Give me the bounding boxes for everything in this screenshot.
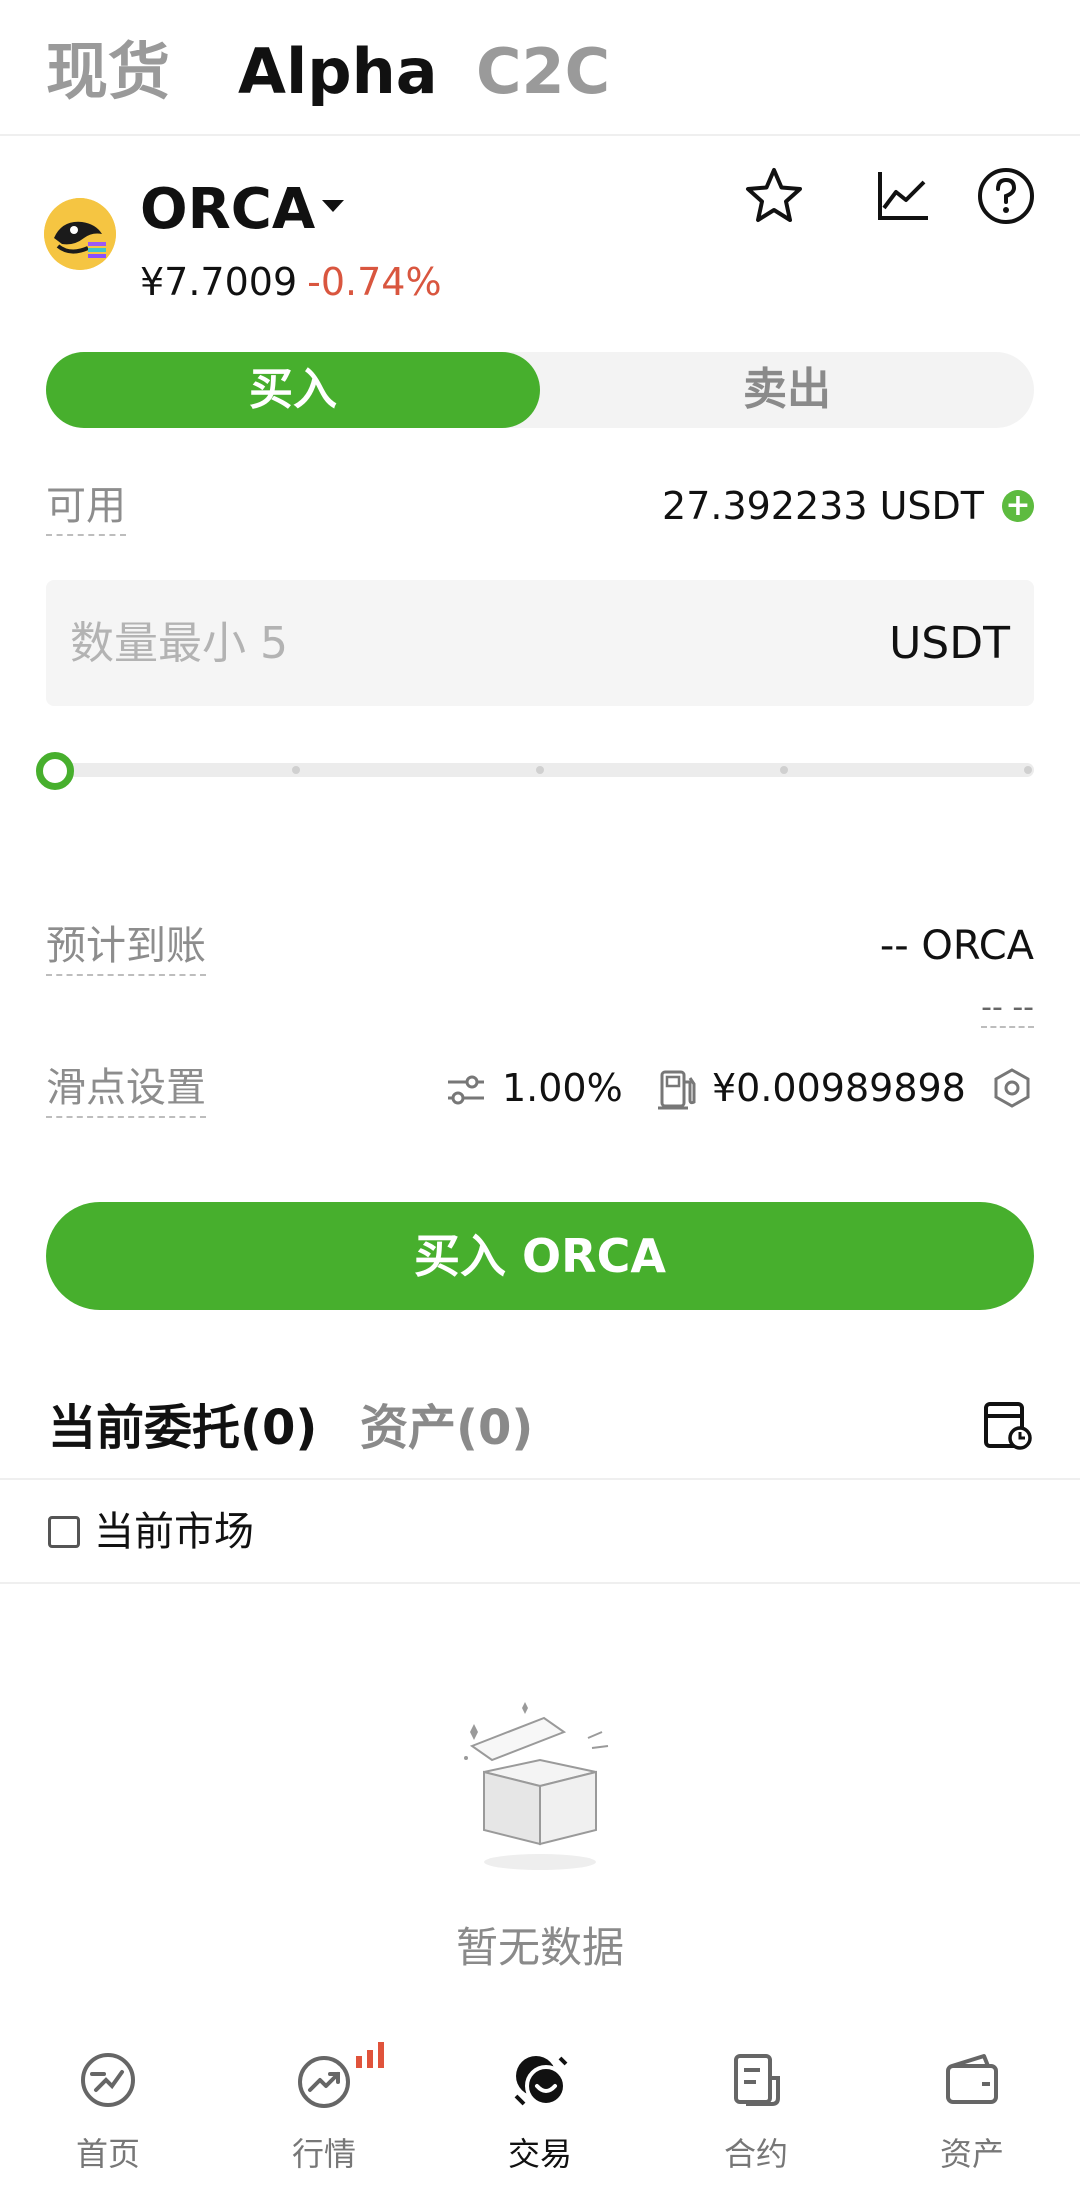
- current-market-filter[interactable]: 当前市场: [0, 1482, 1080, 1584]
- nav-market-label: 行情: [291, 2135, 356, 2173]
- amount-unit: USDT: [889, 618, 1010, 669]
- tab-alpha[interactable]: Alpha: [238, 36, 438, 108]
- available-balance: 27.392233 USDT: [662, 484, 984, 528]
- bottom-nav: 首页 行情 交易 合约 资产: [0, 2020, 1080, 2202]
- price-row: ¥7.7009 -0.74%: [140, 258, 442, 306]
- slider-stop-25[interactable]: [292, 766, 300, 774]
- home-icon: [78, 2050, 138, 2110]
- wallet-icon: [942, 2050, 1002, 2110]
- nav-trade-label: 交易: [507, 2135, 572, 2173]
- slider-stop-100[interactable]: [1024, 766, 1032, 774]
- current-market-checkbox[interactable]: [48, 1516, 80, 1548]
- estimate-value: -- ORCA: [879, 923, 1034, 969]
- slippage-value[interactable]: 1.00%: [502, 1062, 623, 1114]
- nav-home-label: 首页: [75, 2135, 140, 2173]
- order-tab-bar: 当前委托(0) 资产(0): [0, 1378, 1080, 1480]
- nav-assets[interactable]: 资产: [864, 2050, 1080, 2200]
- slider-stop-75[interactable]: [780, 766, 788, 774]
- futures-icon: [726, 2050, 786, 2110]
- top-tab-bar: 现货 Alpha C2C: [0, 0, 1080, 136]
- trade-icon: [510, 2050, 570, 2110]
- tab-open-orders[interactable]: 当前委托(0): [48, 1398, 317, 1458]
- star-icon[interactable]: [742, 164, 806, 228]
- slider-handle[interactable]: [36, 752, 74, 790]
- chart-icon[interactable]: [870, 164, 934, 228]
- help-icon[interactable]: [974, 164, 1038, 228]
- buy-orca-button[interactable]: 买入 ORCA: [46, 1202, 1034, 1310]
- market-signal-icon: [354, 2042, 386, 2068]
- nav-home[interactable]: 首页: [0, 2050, 216, 2200]
- coin-price: ¥7.7009: [140, 260, 298, 304]
- empty-state-text: 暂无数据: [455, 1923, 624, 1972]
- estimate-sub-value: -- --: [981, 990, 1034, 1028]
- coin-name[interactable]: ORCA: [140, 178, 315, 242]
- estimate-label[interactable]: 预计到账: [46, 920, 206, 976]
- gas-fee-value: ¥0.00989898: [712, 1066, 966, 1110]
- sliders-icon[interactable]: [444, 1068, 488, 1112]
- plus-icon[interactable]: +: [1002, 490, 1034, 522]
- gas-pump-icon: [656, 1066, 700, 1112]
- nav-futures[interactable]: 合约: [648, 2050, 864, 2200]
- nav-trade[interactable]: 交易: [432, 2050, 648, 2200]
- nav-market[interactable]: 行情: [216, 2042, 432, 2200]
- current-market-label: 当前市场: [94, 1509, 254, 1555]
- empty-box-icon: [452, 1702, 628, 1878]
- order-history-icon[interactable]: [982, 1400, 1034, 1452]
- nav-assets-label: 资产: [939, 2135, 1004, 2173]
- tab-spot[interactable]: 现货: [46, 36, 170, 108]
- sell-tab[interactable]: 卖出: [540, 352, 1034, 428]
- amount-field: USDT: [46, 580, 1034, 706]
- price-change: -0.74%: [307, 260, 442, 304]
- amount-input[interactable]: [70, 610, 830, 676]
- buy-tab[interactable]: 买入: [46, 352, 540, 428]
- tab-c2c[interactable]: C2C: [476, 36, 610, 108]
- slippage-label[interactable]: 滑点设置: [46, 1062, 206, 1118]
- tab-assets[interactable]: 资产(0): [360, 1398, 533, 1458]
- settings-hex-icon[interactable]: [990, 1066, 1034, 1110]
- slider-stop-50[interactable]: [536, 766, 544, 774]
- buy-sell-toggle: 买入 卖出: [46, 352, 1034, 428]
- market-icon: [294, 2050, 354, 2110]
- nav-futures-label: 合约: [723, 2135, 788, 2173]
- available-label[interactable]: 可用: [46, 480, 126, 536]
- chevron-down-icon[interactable]: [322, 200, 344, 212]
- orca-logo-icon: [44, 198, 116, 270]
